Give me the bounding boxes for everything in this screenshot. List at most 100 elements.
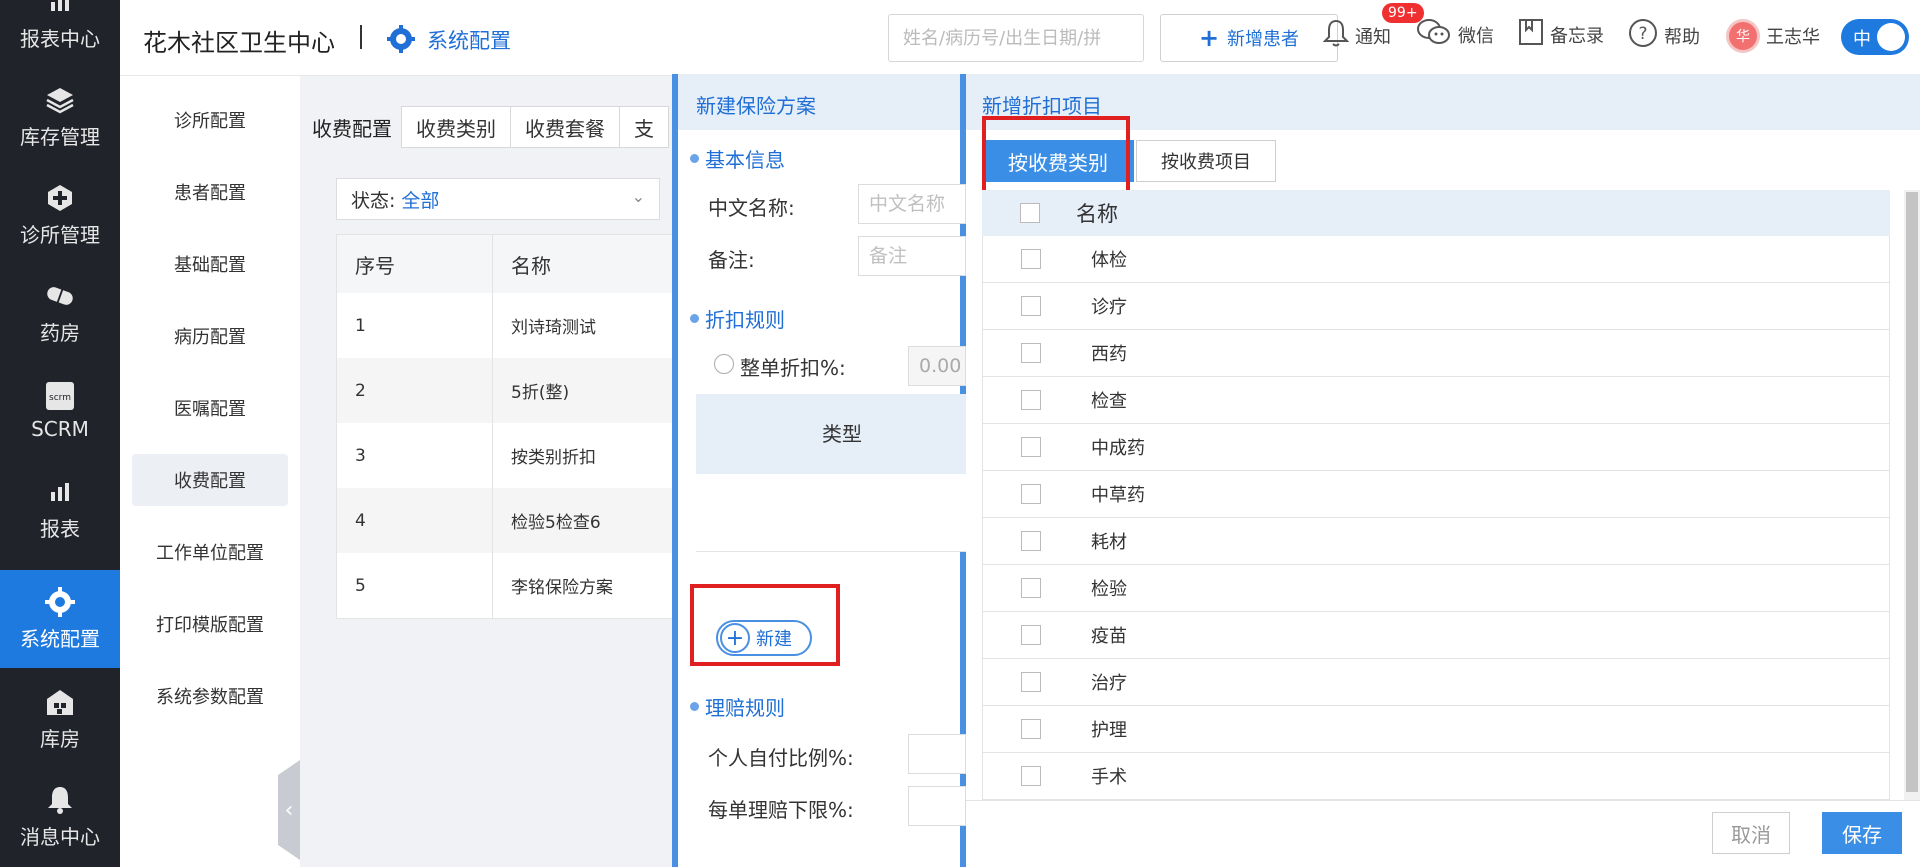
row-checkbox[interactable]: [1021, 625, 1041, 645]
list-item[interactable]: 西药: [982, 330, 1890, 377]
whole-discount-radio[interactable]: [714, 354, 734, 374]
list-item[interactable]: 治疗: [982, 659, 1890, 706]
row-checkbox[interactable]: [1021, 437, 1041, 457]
list-item[interactable]: 体检: [982, 236, 1890, 283]
table-row[interactable]: 4 检验5检查6: [337, 488, 679, 553]
help-button[interactable]: ? 帮助: [1628, 18, 1700, 53]
whole-discount-label: 整单折扣%:: [740, 356, 846, 380]
status-label: 状态:: [351, 189, 396, 212]
row-checkbox[interactable]: [1021, 296, 1041, 316]
nav-item-system-config[interactable]: 系统配置: [0, 570, 120, 668]
column-header-index: 序号: [337, 235, 493, 293]
collapse-sidebar-handle[interactable]: ‹: [278, 760, 300, 860]
status-filter-select[interactable]: 状态: 全部 ⌄: [336, 178, 660, 220]
section-claim-rules: 理赔规则: [690, 692, 785, 721]
subnav-item-patient-config[interactable]: 患者配置: [132, 166, 288, 218]
list-item[interactable]: 疫苗: [982, 612, 1890, 659]
language-toggle[interactable]: 中: [1841, 19, 1909, 55]
notify-button[interactable]: 通知: [1322, 18, 1391, 53]
tab-payment[interactable]: 支: [619, 106, 669, 148]
row-checkbox[interactable]: [1021, 766, 1041, 786]
nav-label: SCRM: [31, 417, 89, 441]
tab-fee-category[interactable]: 收费类别: [401, 106, 511, 148]
list-scrollbar-thumb[interactable]: [1906, 192, 1918, 792]
list-item[interactable]: 中草药: [982, 471, 1890, 518]
list-item[interactable]: 诊疗: [982, 283, 1890, 330]
nav-item-pharmacy[interactable]: 药房: [0, 264, 120, 362]
table-row[interactable]: 2 5折(整): [337, 358, 679, 423]
subnav-item-record-config[interactable]: 病历配置: [132, 310, 288, 362]
status-value: 全部: [401, 189, 440, 212]
row-checkbox[interactable]: [1021, 672, 1041, 692]
claim-min-input[interactable]: [908, 786, 966, 826]
remark-input[interactable]: [858, 236, 966, 276]
whole-discount-input[interactable]: 0.00: [908, 346, 966, 386]
list-item[interactable]: 护理: [982, 706, 1890, 753]
self-pay-input[interactable]: [908, 734, 966, 774]
cancel-button[interactable]: 取消: [1712, 812, 1790, 854]
nav-label: 消息中心: [20, 824, 100, 849]
row-checkbox[interactable]: [1021, 484, 1041, 504]
row-checkbox[interactable]: [1021, 390, 1041, 410]
new-patient-button[interactable]: + 新增患者: [1160, 14, 1338, 62]
item-name: 疫苗: [1091, 626, 1127, 647]
row-checkbox[interactable]: [1021, 343, 1041, 363]
list-item[interactable]: 耗材: [982, 518, 1890, 565]
nav-item-clinic-management[interactable]: 诊所管理: [0, 166, 120, 264]
discount-category-list: 名称 体检 诊疗 西药 检查 中成药 中草药 耗材 检验 疫苗 治疗 护理 手术: [982, 190, 1890, 866]
row-index: 5: [337, 553, 493, 618]
row-checkbox[interactable]: [1021, 249, 1041, 269]
gear-icon: [386, 24, 416, 58]
user-menu[interactable]: 华 王志华: [1726, 19, 1820, 53]
save-button[interactable]: 保存: [1822, 812, 1902, 854]
nav-item-message-center[interactable]: 消息中心: [0, 768, 120, 866]
nav-item-report-center[interactable]: 报表中心: [0, 0, 120, 68]
select-all-checkbox[interactable]: [1020, 203, 1040, 223]
nav-label: 报表: [40, 516, 80, 541]
list-item[interactable]: 中成药: [982, 424, 1890, 471]
notify-label: 通知: [1355, 26, 1391, 48]
item-name: 体检: [1091, 250, 1127, 271]
nav-item-reports[interactable]: 报表: [0, 460, 120, 558]
cn-name-input[interactable]: [858, 184, 966, 224]
nav-item-scrm[interactable]: scrm SCRM: [0, 362, 120, 460]
subnav-item-fee-config[interactable]: 收费配置: [132, 454, 288, 506]
fee-config-title: 收费配置: [312, 116, 392, 141]
table-row[interactable]: 5 李铭保险方案: [337, 553, 679, 618]
fee-config-page: 收费配置 收费类别 收费套餐 支 状态: 全部 ⌄ 序号 名称 1 刘诗琦测试 …: [300, 76, 680, 867]
list-item[interactable]: 检查: [982, 377, 1890, 424]
row-name: 刘诗琦测试: [511, 318, 596, 338]
table-row[interactable]: 3 按类别折扣: [337, 423, 679, 488]
item-name: 耗材: [1091, 532, 1127, 553]
nav-label: 库房: [40, 726, 80, 751]
claim-min-label: 每单理赔下限%:: [708, 798, 854, 822]
language-label: 中: [1853, 29, 1871, 50]
row-checkbox[interactable]: [1021, 578, 1041, 598]
item-name: 中草药: [1091, 485, 1145, 506]
breadcrumb[interactable]: 系统配置: [427, 25, 511, 55]
by-fee-item-button[interactable]: 按收费项目: [1136, 140, 1276, 182]
list-header-row: 名称: [982, 190, 1890, 236]
row-checkbox[interactable]: [1021, 719, 1041, 739]
subnav-item-order-config[interactable]: 医嘱配置: [132, 382, 288, 434]
nav-item-inventory[interactable]: 库存管理: [0, 68, 120, 166]
nav-item-warehouse[interactable]: 库房: [0, 670, 120, 768]
list-item[interactable]: 检验: [982, 565, 1890, 612]
insurance-plan-table: 序号 名称 1 刘诗琦测试 2 5折(整) 3 按类别折扣 4 检验5检查6 5…: [336, 234, 680, 619]
subnav-item-employer-config[interactable]: 工作单位配置: [132, 526, 288, 578]
row-checkbox[interactable]: [1021, 531, 1041, 551]
wechat-button[interactable]: 微信: [1416, 18, 1494, 51]
section-label: 理赔规则: [705, 696, 785, 720]
subnav-item-system-param-config[interactable]: 系统参数配置: [132, 670, 288, 722]
tab-fee-package[interactable]: 收费套餐: [510, 106, 620, 148]
list-item[interactable]: 手术: [982, 753, 1890, 800]
subnav-item-clinic-config[interactable]: 诊所配置: [132, 94, 288, 146]
memo-button[interactable]: 备忘录: [1518, 18, 1604, 51]
subnav-item-print-template-config[interactable]: 打印模版配置: [132, 598, 288, 650]
patient-search-input[interactable]: [888, 14, 1144, 62]
table-row[interactable]: 1 刘诗琦测试: [337, 293, 679, 358]
highlight-box: [982, 116, 1130, 198]
gear-icon: [45, 586, 75, 617]
subnav-item-basic-config[interactable]: 基础配置: [132, 238, 288, 290]
row-index: 3: [337, 423, 493, 488]
